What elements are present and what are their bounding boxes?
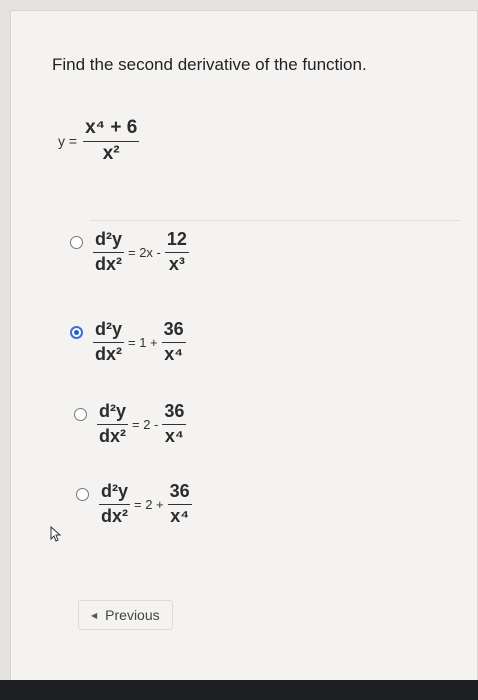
radio-button-selected[interactable] <box>70 326 83 339</box>
previous-label: Previous <box>105 607 160 623</box>
derivative-numerator: d²y <box>95 229 122 249</box>
option-numerator: 12 <box>166 229 187 249</box>
radio-button[interactable] <box>76 488 89 501</box>
bottom-bar <box>0 680 478 700</box>
previous-button[interactable]: ◀ Previous <box>78 600 173 630</box>
derivative-denominator: dx² <box>101 505 128 526</box>
option-numerator: 36 <box>169 481 190 501</box>
derivative-numerator: d²y <box>99 401 126 421</box>
answer-option-2[interactable]: d²y dx² = 1 + 36 x⁴ <box>70 319 186 365</box>
fraction-bar <box>161 341 186 343</box>
question-text: Find the second derivative of the functi… <box>52 55 367 74</box>
answer-option-3[interactable]: d²y dx² = 2 - 36 x⁴ <box>74 401 187 447</box>
option-denominator: x⁴ <box>170 505 190 526</box>
derivative-numerator: d²y <box>95 319 122 339</box>
option-expression: = 2x - <box>128 244 161 260</box>
fraction-bar <box>99 503 130 505</box>
option-expression: = 2 + <box>134 496 164 512</box>
derivative-numerator: d²y <box>101 481 128 501</box>
derivative-fraction: d²y dx² <box>97 401 128 447</box>
triangle-left-icon: ◀ <box>91 610 98 620</box>
mouse-pointer-icon <box>50 526 62 542</box>
fraction-bar <box>162 423 187 425</box>
option-expression: = 1 + <box>128 334 158 350</box>
derivative-fraction: d²y dx² <box>93 229 124 275</box>
fraction-bar <box>93 251 124 253</box>
function-numerator: x⁴ + 6 <box>85 117 138 138</box>
fraction-bar <box>164 251 189 253</box>
divider <box>90 220 460 221</box>
function-denominator: x² <box>102 142 120 164</box>
option-denominator: x⁴ <box>164 343 184 364</box>
derivative-fraction: d²y dx² <box>93 319 124 365</box>
function-lhs: y = <box>58 133 78 150</box>
fraction-bar <box>83 140 140 142</box>
radio-button[interactable] <box>70 236 83 249</box>
option-fraction: 36 x⁴ <box>167 481 192 527</box>
option-fraction: 36 x⁴ <box>162 401 187 447</box>
derivative-denominator: dx² <box>95 343 122 364</box>
function-equation: y = x⁴ + 6 x² <box>58 117 140 165</box>
fraction-bar <box>97 423 128 425</box>
option-numerator: 36 <box>164 401 185 421</box>
option-fraction: 36 x⁴ <box>161 319 186 365</box>
fraction-bar <box>167 503 192 505</box>
answer-option-4[interactable]: d²y dx² = 2 + 36 x⁴ <box>76 481 192 527</box>
derivative-fraction: d²y dx² <box>99 481 130 527</box>
derivative-denominator: dx² <box>95 253 122 274</box>
option-denominator: x³ <box>168 253 185 274</box>
option-expression: = 2 - <box>132 416 159 432</box>
option-numerator: 36 <box>163 319 184 339</box>
radio-button[interactable] <box>74 408 87 421</box>
option-fraction: 12 x³ <box>164 229 189 275</box>
derivative-denominator: dx² <box>99 425 126 446</box>
answer-option-1[interactable]: d²y dx² = 2x - 12 x³ <box>70 229 189 275</box>
function-fraction: x⁴ + 6 x² <box>83 117 140 165</box>
option-denominator: x⁴ <box>164 425 184 446</box>
fraction-bar <box>93 341 124 343</box>
